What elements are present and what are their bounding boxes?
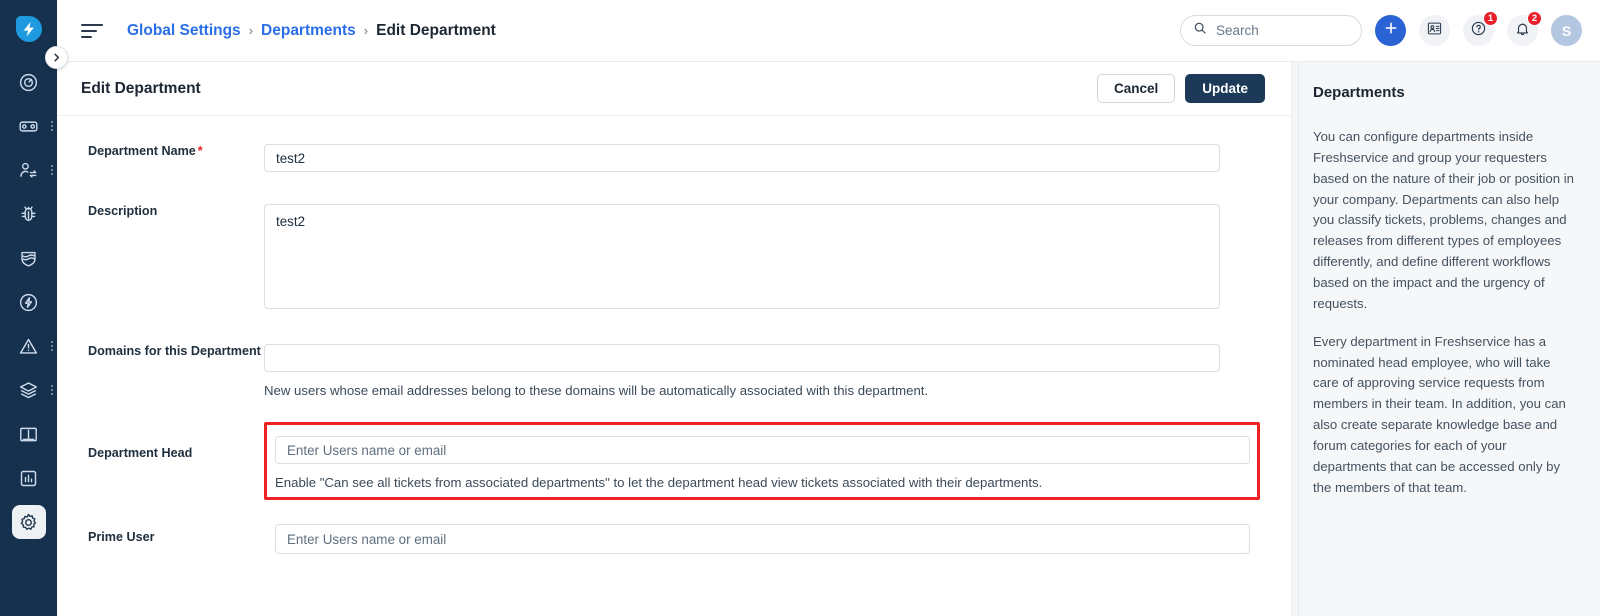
breadcrumb-current: Edit Department [376,21,496,39]
edit-department-card: Edit Department Cancel Update Department… [57,62,1292,616]
description-label: Description [88,204,158,218]
page-title: Edit Department [81,79,201,97]
sidebar-item-menu-dots[interactable] [51,385,53,395]
department-name-label-text: Department Name [88,144,196,158]
help-panel-paragraph: Every department in Freshservice has a n… [1313,333,1566,495]
layers-icon [12,373,46,407]
help-badge: 1 [1483,11,1498,26]
department-form: Department Name * test2 Description test2 [57,144,1291,554]
sidebar-item-analytics[interactable] [0,456,57,500]
domains-input[interactable] [264,344,1220,372]
prime-user-input[interactable]: Enter Users name or email [275,524,1250,554]
book-icon [12,417,46,451]
search-input[interactable]: Search [1180,15,1362,46]
sidebar-item-alerts[interactable] [0,324,57,368]
freshservice-bolt-logo-icon[interactable] [12,12,46,46]
bar-chart-icon [12,461,46,495]
shield-icon [12,241,46,275]
domains-label: Domains for this Department [88,344,261,358]
field-department-head: Department Head Enter Users name or emai… [57,422,1291,500]
stage: Global Settings › Departments › Edit Dep… [57,0,1600,616]
breadcrumb-separator: › [248,23,254,38]
bug-icon [12,197,46,231]
sidebar-item-menu-dots[interactable] [51,165,53,175]
field-domains: Domains for this Department New users wh… [57,344,1291,398]
page-header: Edit Department Cancel Update [57,62,1291,116]
help-panel-paragraph: You can configure departments inside Fre… [1313,129,1574,311]
search-icon [1193,21,1207,40]
sidebar-item-problems[interactable] [0,192,57,236]
gear-icon [11,505,46,539]
sidebar-item-releases[interactable] [0,280,57,324]
department-head-label: Department Head [88,446,193,460]
top-bar-actions: Search 1 2 S [1180,11,1582,46]
description-textarea[interactable]: test2 [264,204,1220,309]
sidebar-item-dashboard[interactable] [0,60,57,104]
breadcrumb-separator: › [363,23,369,38]
top-bar: Global Settings › Departments › Edit Dep… [57,0,1600,62]
help-button[interactable]: 1 [1463,11,1498,46]
department-name-input[interactable]: test2 [264,144,1220,172]
update-button[interactable]: Update [1185,74,1265,103]
app-root: Global Settings › Departments › Edit Dep… [0,0,1600,616]
rail-item-list [0,60,57,544]
sidebar-item-changes[interactable] [0,236,57,280]
search-placeholder: Search [1216,23,1259,38]
notifications-badge: 2 [1527,11,1542,26]
sidebar-item-menu-dots[interactable] [51,121,53,131]
prime-user-label: Prime User [88,530,155,544]
sidebar-item-menu-dots[interactable] [51,341,53,351]
contacts-button[interactable] [1419,15,1450,46]
breadcrumb-departments[interactable]: Departments [261,22,356,40]
help-panel-title: Departments [1313,84,1405,101]
sidebar-collapse-toggle[interactable] [45,46,68,69]
contact-card-icon [1426,20,1443,42]
user-swap-icon [12,153,46,187]
field-department-name: Department Name * test2 [57,144,1291,172]
bolt-circle-icon [12,285,46,319]
left-nav-rail [0,0,68,616]
breadcrumb: Global Settings › Departments › Edit Dep… [127,22,496,40]
breadcrumb-global-settings[interactable]: Global Settings [127,22,241,40]
field-description: Description test2 [57,204,1291,309]
department-head-helper-text: Enable "Can see all tickets from associa… [275,475,1043,490]
body-row: Edit Department Cancel Update Department… [57,62,1600,616]
sidebar-item-admin-settings[interactable] [0,500,57,544]
domains-helper-text: New users whose email addresses belong t… [264,383,929,398]
help-panel: Departments You can configure department… [1298,62,1600,616]
alert-triangle-icon [12,329,46,363]
sidebar-item-requesters[interactable] [0,148,57,192]
sidebar-item-assets[interactable] [0,368,57,412]
department-head-input[interactable]: Enter Users name or email [275,436,1250,464]
user-avatar[interactable]: S [1551,15,1582,46]
ticket-icon [12,109,46,143]
sidebar-item-solutions[interactable] [0,412,57,456]
page-header-actions: Cancel Update [1096,74,1265,103]
hamburger-icon[interactable] [81,23,103,38]
notifications-button[interactable]: 2 [1507,11,1542,46]
required-marker: * [197,144,203,158]
cancel-button[interactable]: Cancel [1096,74,1176,103]
gauge-icon [12,65,46,99]
plus-icon [1383,20,1399,41]
department-name-label: Department Name * [57,144,264,158]
new-item-button[interactable] [1375,15,1406,46]
sidebar-item-tickets[interactable] [0,104,57,148]
field-prime-user: Prime User Enter Users name or email [57,524,1291,554]
